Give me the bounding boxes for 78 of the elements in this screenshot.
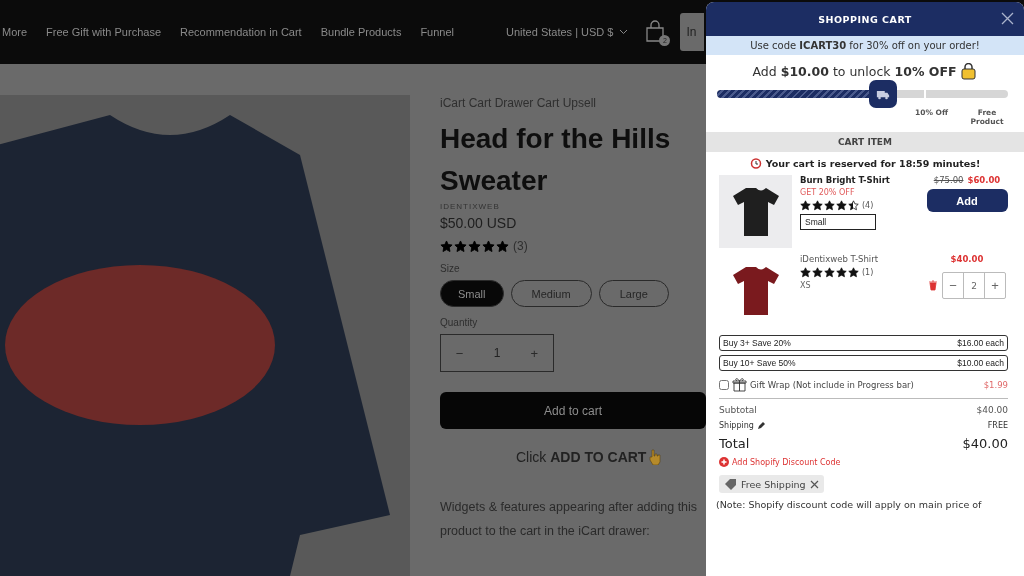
increase-button[interactable]: + [985, 273, 1005, 298]
nav-link[interactable]: Recommendation in Cart [180, 26, 302, 38]
remove-icon[interactable] [809, 479, 819, 489]
original-price: $75.00 [933, 175, 964, 185]
discount-code-link[interactable]: Add Shopify Discount Code [732, 457, 841, 467]
total-value: $40.00 [962, 436, 1008, 451]
nav-link[interactable]: Funnel [420, 26, 455, 38]
star-icon [848, 267, 859, 278]
pencil-icon[interactable] [756, 421, 766, 430]
volume-discount-option[interactable]: Buy 3+ Save 20% $16.00 each [719, 335, 1008, 351]
offer-label: GET 20% OFF [800, 188, 856, 197]
star-icon [800, 200, 811, 211]
quantity-label: Quantity [440, 317, 479, 328]
discount-tag-label: Free Shipping [741, 478, 806, 490]
nav-link[interactable]: Bundle Products [320, 26, 402, 38]
header-button[interactable]: In [680, 13, 705, 51]
product-price: $50.00 USD [440, 215, 518, 231]
quantity-value: 1 [492, 346, 502, 360]
discount-note: (Note: Shopify discount code will apply on main price of [716, 499, 983, 510]
total-label: Total [719, 436, 750, 451]
trash-icon[interactable] [928, 280, 938, 291]
sale-price: $60.00 [967, 175, 1001, 185]
star-icon [812, 200, 823, 211]
close-icon[interactable] [1001, 12, 1014, 25]
star-icon [836, 200, 847, 211]
subtotal-label: Subtotal [719, 405, 757, 415]
product-name: iDentixweb T-Shirt [800, 254, 879, 264]
gift-wrap-price: $1.99 [983, 379, 1008, 390]
locale-selector[interactable]: United States | USD $ [506, 26, 614, 38]
star-icon [848, 200, 859, 211]
product-eyebrow: iCart Cart Drawer Cart Upsell [440, 96, 598, 110]
review-count: (3) [513, 239, 528, 253]
shipping-value: FREE [987, 421, 1008, 430]
promo-banner: Use code ICART30 for 30% off on your order! [706, 36, 1024, 55]
plus-circle-icon [719, 457, 729, 467]
star-icon [482, 239, 495, 253]
size-label: Size [440, 263, 461, 274]
section-header: CART ITEM [706, 132, 1024, 152]
line-price: $40.00 [950, 254, 984, 264]
alarm-clock-icon [749, 157, 762, 169]
star-icon [496, 239, 509, 253]
gift-wrap-label: Gift Wrap (Not include in Progress bar) [750, 379, 914, 390]
star-icon [812, 267, 823, 278]
size-select[interactable]: Small [800, 214, 876, 230]
nav-link[interactable]: More [2, 26, 28, 38]
star-icon [468, 239, 481, 253]
quantity-value: 2 [963, 273, 985, 298]
star-icon [454, 239, 467, 253]
lock-icon [960, 63, 978, 80]
truck-icon [868, 80, 897, 108]
reservation-timer: Your cart is reserved for 18:59 minutes! [765, 157, 981, 169]
shipping-label: Shipping [719, 421, 754, 430]
hint-text: Click ADD TO CART [516, 449, 647, 465]
review-count: (4) [862, 201, 874, 210]
subtotal-value: $40.00 [976, 405, 1008, 415]
variant-label: XS [800, 281, 812, 290]
star-icon [824, 200, 835, 211]
add-button[interactable]: Add [926, 189, 1008, 212]
star-icon [836, 267, 847, 278]
star-icon [440, 239, 453, 253]
unlock-message: Add $10.00 to unlock 10% OFF [752, 64, 957, 79]
tag-icon [724, 478, 737, 490]
pointing-hand-icon [648, 449, 663, 465]
review-count: (1) [862, 268, 874, 277]
description-text: Widgets & features appearing after adding this product to the cart in the iCart drawer: [440, 499, 699, 540]
gift-icon [732, 377, 747, 392]
star-icon [800, 267, 811, 278]
chevron-down-icon [619, 29, 629, 35]
size-option[interactable]: Small [440, 280, 504, 307]
decrease-button[interactable]: − [943, 273, 963, 298]
product-title: Head for the Hills Sweater [440, 122, 672, 198]
gift-wrap-checkbox[interactable] [719, 379, 729, 390]
star-icon [824, 267, 835, 278]
nav-link[interactable]: Free Gift with Purchase [46, 26, 161, 38]
volume-discount-option[interactable]: Buy 10+ Save 50% $10.00 each [719, 355, 1008, 371]
product-name: Burn Bright T-Shirt [800, 175, 891, 185]
cart-title: SHOPPING CART [818, 13, 912, 25]
add-to-cart-button[interactable]: Add to cart [440, 392, 706, 429]
